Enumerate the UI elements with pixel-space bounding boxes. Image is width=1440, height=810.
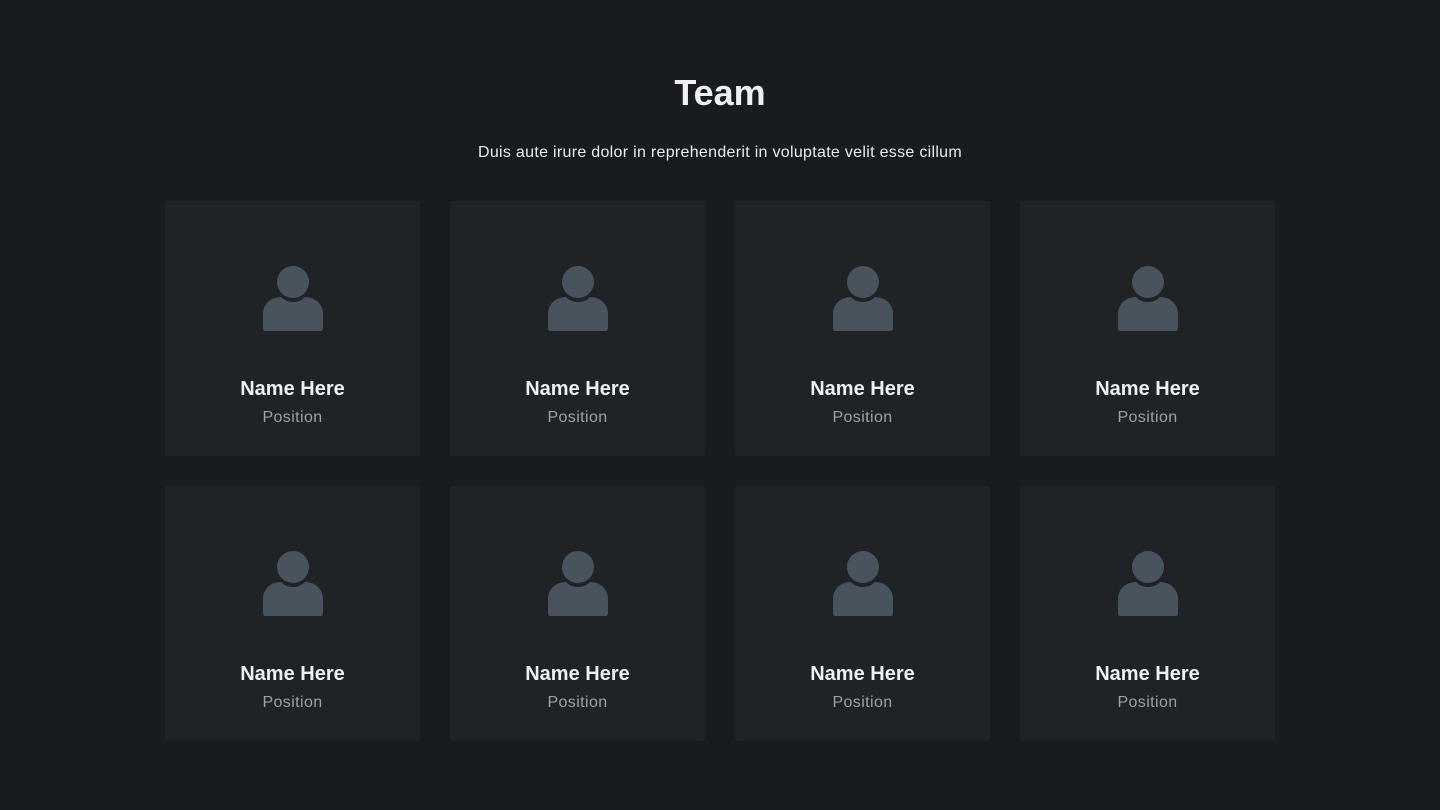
team-page: Team Duis aute irure dolor in reprehende… [0, 0, 1440, 810]
page-title: Team [674, 72, 766, 113]
team-member-card: Name Here Position [450, 486, 705, 741]
page-subtitle: Duis aute irure dolor in reprehenderit i… [477, 144, 963, 161]
user-icon [833, 266, 893, 331]
member-position: Position [547, 694, 608, 711]
team-grid: Name Here Position Name Here Position Na… [165, 201, 1275, 741]
user-icon [548, 551, 608, 616]
team-member-card: Name Here Position [735, 486, 990, 741]
member-position: Position [832, 409, 893, 426]
user-icon [833, 551, 893, 616]
member-name: Name Here [525, 663, 630, 685]
member-name: Name Here [810, 663, 915, 685]
member-position: Position [832, 694, 893, 711]
member-name: Name Here [240, 378, 345, 400]
user-icon [263, 266, 323, 331]
member-name: Name Here [1095, 663, 1200, 685]
user-icon [1118, 266, 1178, 331]
member-position: Position [1117, 694, 1178, 711]
team-member-card: Name Here Position [1020, 201, 1275, 456]
user-icon [548, 266, 608, 331]
member-position: Position [547, 409, 608, 426]
team-member-card: Name Here Position [165, 201, 420, 456]
team-member-card: Name Here Position [1020, 486, 1275, 741]
member-position: Position [1117, 409, 1178, 426]
member-name: Name Here [525, 378, 630, 400]
user-icon [263, 551, 323, 616]
member-position: Position [262, 694, 323, 711]
team-member-card: Name Here Position [735, 201, 990, 456]
team-member-card: Name Here Position [450, 201, 705, 456]
member-name: Name Here [810, 378, 915, 400]
member-name: Name Here [1095, 378, 1200, 400]
member-position: Position [262, 409, 323, 426]
user-icon [1118, 551, 1178, 616]
member-name: Name Here [240, 663, 345, 685]
team-member-card: Name Here Position [165, 486, 420, 741]
